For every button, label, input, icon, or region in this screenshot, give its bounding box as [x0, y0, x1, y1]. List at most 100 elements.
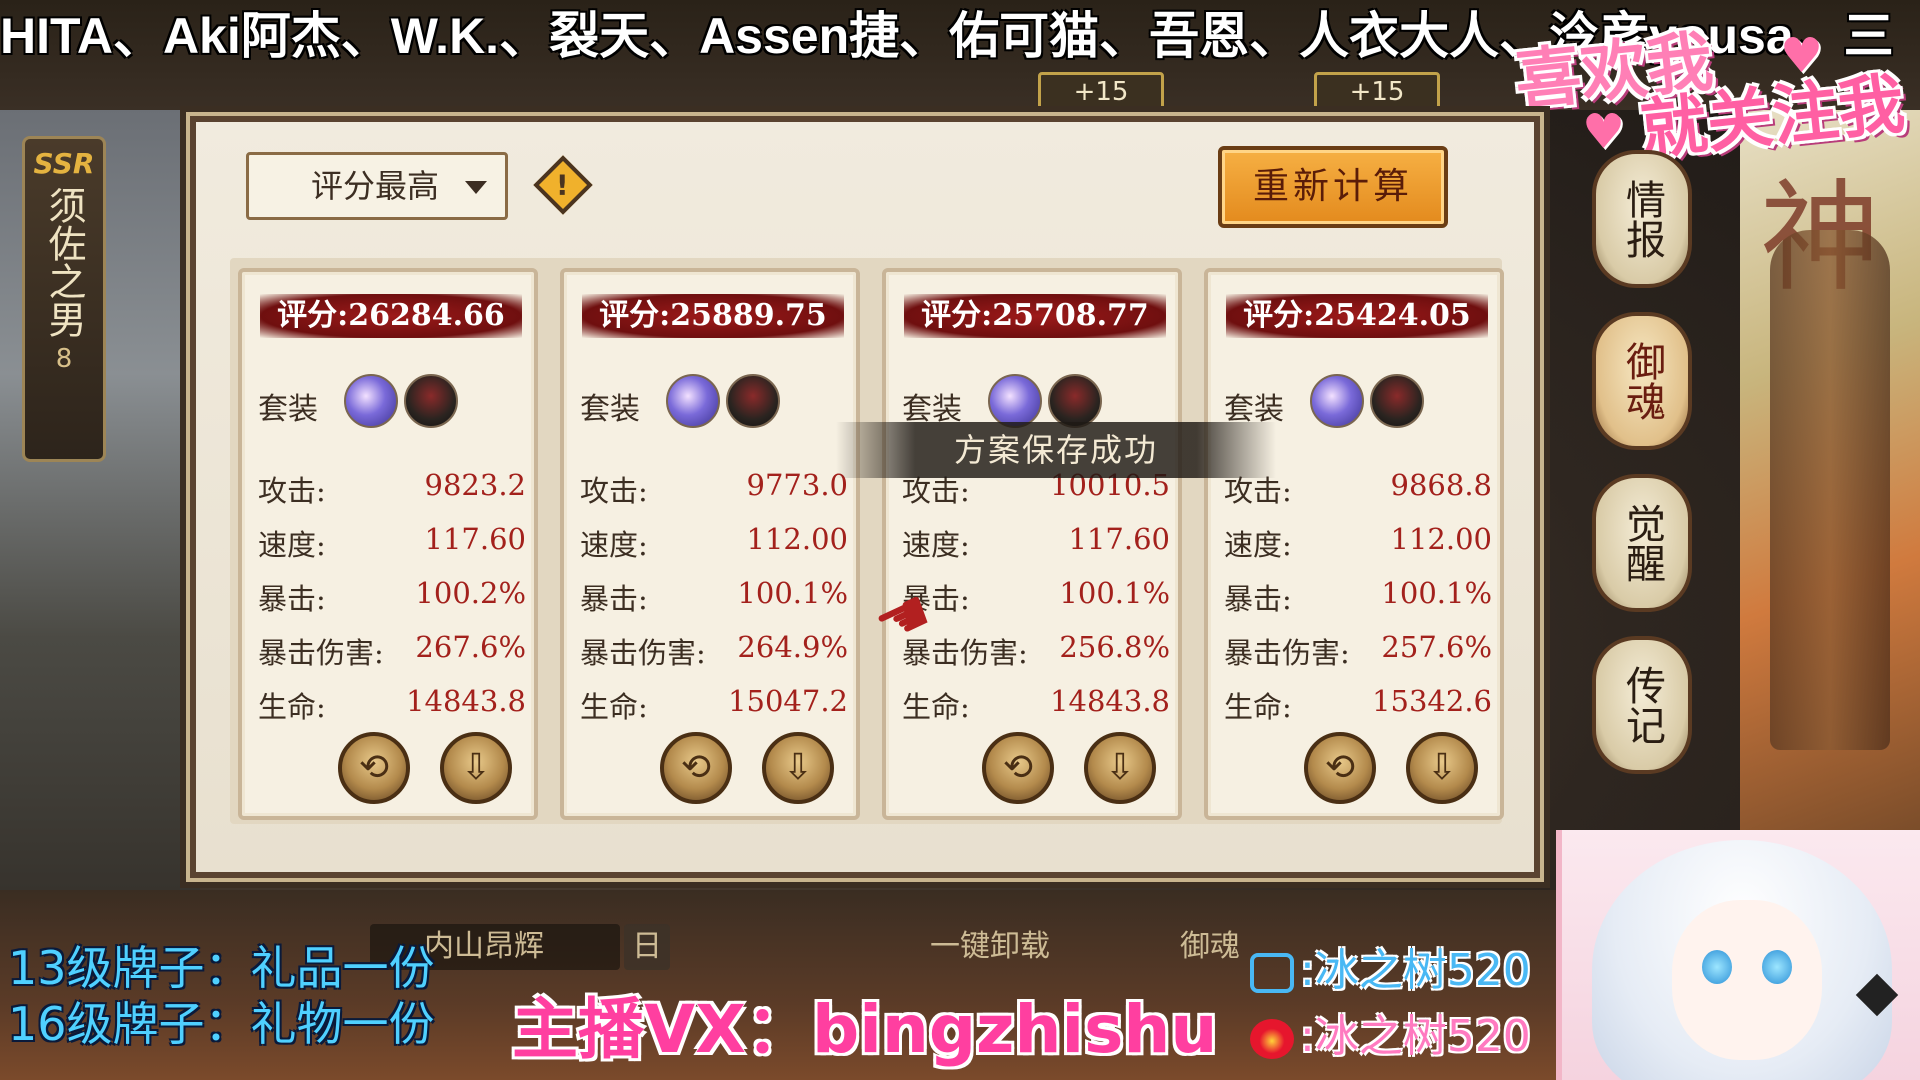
soul-button[interactable]: 御魂 [1180, 924, 1240, 970]
hp-stat: 生命: 14843.8 [258, 684, 526, 728]
speed-stat: 速度: 112.00 [1224, 522, 1492, 566]
plus-badge: +15 [1314, 72, 1440, 114]
reward-13: 13级牌子：礼品一份 [8, 941, 435, 995]
crit-damage-stat: 暴击伤害: 267.6% [258, 630, 526, 674]
stat-value: 9823.2 [424, 468, 526, 502]
stat-label: 生命: [1224, 690, 1292, 724]
download-equip-icon[interactable]: ⇩ [762, 732, 834, 804]
menu-biography[interactable]: 传记 [1592, 636, 1692, 774]
card-actions: ⟲ ⇩ [660, 732, 834, 812]
sort-dropdown[interactable]: 评分最高 [246, 152, 508, 220]
plan-cards: 评分:26284.66 套装 攻击: 9823.2 速度: 117.60 暴击: 10… [230, 258, 1504, 824]
reward-16: 16级牌子：礼物一份 [8, 997, 435, 1051]
soul-plan-panel: 评分最高 ! 重新计算 评分:26284.66 套装 攻击: 9823.2 速度:… [186, 112, 1544, 882]
hp-stat: 生命: 15047.2 [580, 684, 848, 728]
avatar-eye [1762, 950, 1792, 984]
soul-set-icon[interactable] [344, 374, 398, 428]
plus-badge: +15 [1038, 72, 1164, 114]
score-banner: 评分:26284.66 [260, 294, 522, 338]
stat-value: 14843.8 [1050, 684, 1170, 718]
hp-stat: 生命: 14843.8 [902, 684, 1170, 728]
stat-label: 暴击伤害: [580, 636, 706, 670]
stat-label: 攻击: [258, 474, 326, 508]
card-actions: ⟲ ⇩ [338, 732, 512, 812]
warning-glyph: ! [555, 168, 569, 202]
character-tag[interactable]: SSR 须佐之男 8 [22, 136, 106, 462]
recalculate-button[interactable]: 重新计算 [1218, 146, 1448, 228]
stat-value: 256.8% [1059, 630, 1170, 664]
stat-value: 112.00 [1390, 522, 1492, 556]
attack-stat: 攻击: 9823.2 [258, 468, 526, 512]
crit-damage-stat: 暴击伤害: 264.9% [580, 630, 848, 674]
stat-label: 速度: [580, 528, 648, 562]
unload-all-button[interactable]: 一键卸载 [930, 924, 1050, 970]
swap-icon[interactable]: ⟲ [982, 732, 1054, 804]
streamer-avatar [1556, 830, 1920, 1080]
stat-value: 100.1% [737, 576, 848, 610]
stat-value: 112.00 [746, 522, 848, 556]
stat-value: 15047.2 [728, 684, 848, 718]
bilibili-line: :冰之树520 [1250, 938, 1531, 1004]
download-equip-icon[interactable]: ⇩ [1406, 732, 1478, 804]
speed-stat: 速度: 117.60 [258, 522, 526, 566]
menu-biography-label: 传记 [1619, 665, 1665, 745]
stat-label: 速度: [1224, 528, 1292, 562]
soul-set-icon[interactable] [1048, 374, 1102, 428]
plan-card[interactable]: 评分:25708.77 套装 攻击: 10010.5 速度: 117.60 暴击: 1… [882, 268, 1182, 820]
swap-icon[interactable]: ⟲ [660, 732, 732, 804]
crit-damage-stat: 暴击伤害: 257.6% [1224, 630, 1492, 674]
download-equip-icon[interactable]: ⇩ [1084, 732, 1156, 804]
menu-soul[interactable]: 御魂 [1592, 312, 1692, 450]
stat-label: 攻击: [580, 474, 648, 508]
streamer-vx: 主播VX：bingzhishu [512, 991, 1218, 1068]
stat-value: 257.6% [1381, 630, 1492, 664]
side-menu: 情报 御魂 觉醒 传记 [1592, 150, 1702, 798]
stat-label: 速度: [902, 528, 970, 562]
soul-set-icon[interactable] [1310, 374, 1364, 428]
soul-set-icon[interactable] [404, 374, 458, 428]
stat-value: 100.2% [415, 576, 526, 610]
stat-value: 117.60 [424, 522, 526, 556]
scenery-tree [1770, 230, 1890, 750]
stat-label: 暴击伤害: [258, 636, 384, 670]
stat-label: 暴击: [1224, 582, 1292, 616]
avatar-face [1672, 900, 1822, 1060]
set-row: 套装 [580, 374, 850, 434]
speed-stat: 速度: 117.60 [902, 522, 1170, 566]
day-button[interactable]: 日 [624, 924, 670, 970]
speed-stat: 速度: 112.00 [580, 522, 848, 566]
plan-card[interactable]: 评分:26284.66 套装 攻击: 9823.2 速度: 117.60 暴击: 10… [238, 268, 538, 820]
plan-card[interactable]: 评分:25424.05 套装 攻击: 9868.8 速度: 112.00 暴击: 10… [1204, 268, 1504, 820]
attack-stat: 攻击: 9773.0 [580, 468, 848, 512]
set-row: 套装 [258, 374, 528, 434]
menu-intel[interactable]: 情报 [1592, 150, 1692, 288]
stat-value: 9868.8 [1390, 468, 1492, 502]
score-banner: 评分:25889.75 [582, 294, 844, 338]
score-banner: 评分:25708.77 [904, 294, 1166, 338]
heart-icon: ♥ [1780, 28, 1824, 84]
plan-card[interactable]: 评分:25889.75 套装 攻击: 9773.0 速度: 112.00 暴击: 10… [560, 268, 860, 820]
chevron-down-icon [465, 181, 487, 194]
rarity-badge: SSR [33, 147, 95, 180]
bilibili-icon [1250, 953, 1294, 993]
stat-label: 生命: [258, 690, 326, 724]
score-banner: 评分:25424.05 [1226, 294, 1488, 338]
set-label: 套装 [258, 392, 318, 427]
stat-value: 9773.0 [746, 468, 848, 502]
crit-stat: 暴击: 100.1% [580, 576, 848, 620]
download-equip-icon[interactable]: ⇩ [440, 732, 512, 804]
warning-icon[interactable]: ! [533, 155, 593, 215]
soul-set-icon[interactable] [666, 374, 720, 428]
soul-set-icon[interactable] [726, 374, 780, 428]
stat-value: 264.9% [737, 630, 848, 664]
stat-label: 暴击伤害: [1224, 636, 1350, 670]
menu-soul-label: 御魂 [1619, 341, 1665, 421]
weibo-icon [1250, 1019, 1294, 1059]
swap-icon[interactable]: ⟲ [338, 732, 410, 804]
soul-set-icon[interactable] [988, 374, 1042, 428]
soul-set-icon[interactable] [1370, 374, 1424, 428]
swap-icon[interactable]: ⟲ [1304, 732, 1376, 804]
stat-value: 117.60 [1068, 522, 1170, 556]
weibo-line: :冰之树520 [1250, 1004, 1531, 1070]
menu-awaken[interactable]: 觉醒 [1592, 474, 1692, 612]
